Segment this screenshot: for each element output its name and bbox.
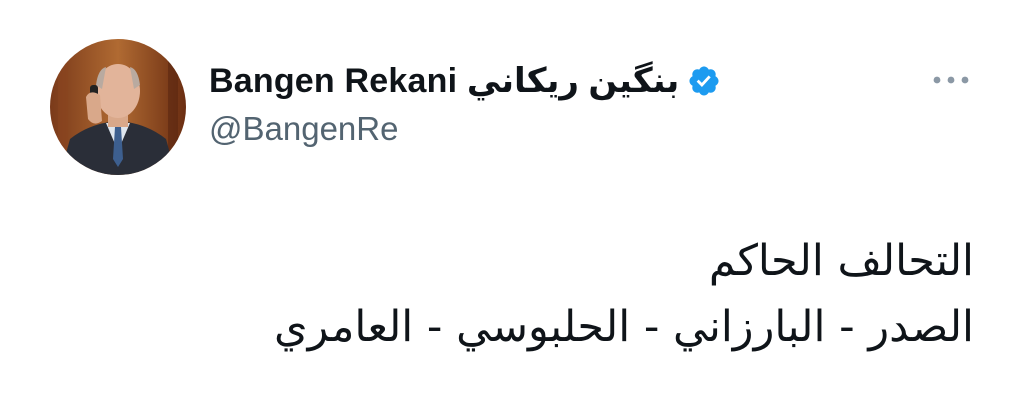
tweet-text-line-2: الصدر - البارزاني - الحلبوسي - العامري: [273, 302, 974, 352]
author-display-name[interactable]: Bangen Rekani بنگين ريكاني: [209, 61, 679, 101]
tweet-card: Bangen Rekani بنگين ريكاني @BangenRe الت…: [0, 0, 1024, 419]
tweet-text: التحالف الحاكم الصدر - البارزاني - الحلب…: [174, 228, 974, 360]
verified-badge-icon: [687, 64, 721, 98]
tweet-text-line-1: التحالف الحاكم: [708, 236, 974, 286]
author-name-row[interactable]: Bangen Rekani بنگين ريكاني: [209, 58, 721, 104]
avatar-photo-icon: [50, 39, 186, 175]
avatar[interactable]: [50, 39, 186, 175]
author-handle[interactable]: @BangenRe: [209, 110, 398, 148]
more-options-icon[interactable]: [928, 66, 974, 94]
